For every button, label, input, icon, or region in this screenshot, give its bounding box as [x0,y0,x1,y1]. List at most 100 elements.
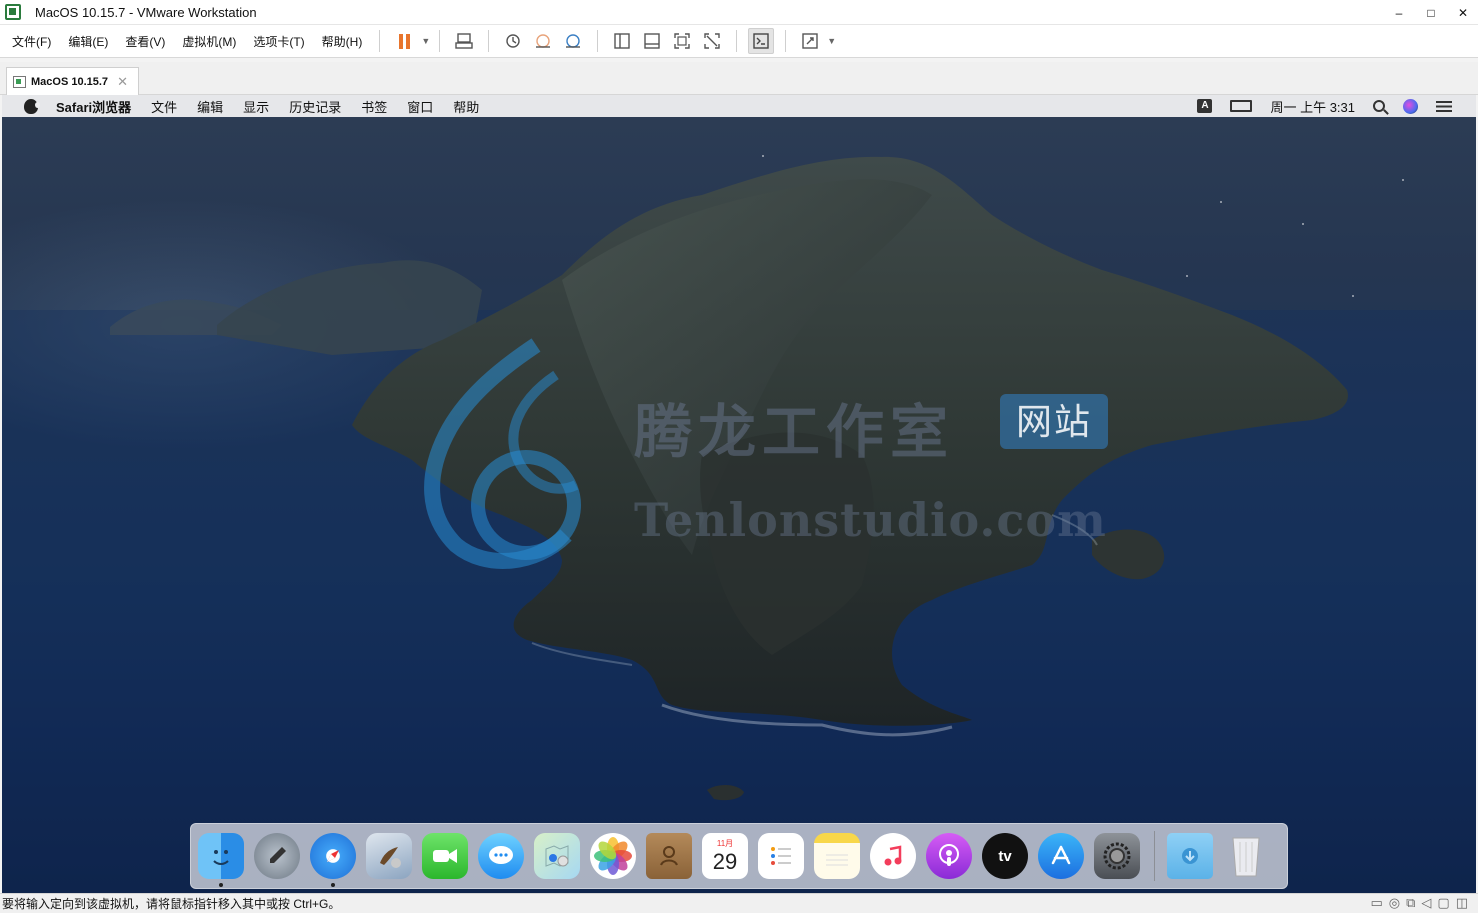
reminders-icon[interactable] [758,833,804,879]
notification-center-icon[interactable] [1436,100,1452,112]
snapshot-manager-icon[interactable] [560,28,586,54]
pause-icon[interactable] [391,28,417,54]
mac-menu-window[interactable]: 窗口 [407,97,433,116]
guest-screen[interactable]: 腾龙工作室 网站 Tenlonstudio.com Safari浏览器 文件 编… [2,95,1476,893]
window-title: MacOS 10.15.7 - VMware Workstation [35,4,257,20]
unity-icon[interactable] [699,28,725,54]
finder-icon[interactable] [198,833,244,887]
vm-tab-icon [13,75,26,88]
watermark-badge: 网站 [1000,394,1108,449]
revert-snapshot-icon[interactable] [530,28,556,54]
mac-menu-bookmarks[interactable]: 书签 [361,97,387,116]
facetime-icon[interactable] [422,833,468,879]
pause-dropdown-icon[interactable]: ▼ [421,36,430,46]
tab-macos[interactable]: MacOS 10.15.7 ✕ [6,67,139,95]
siri-icon[interactable] [1403,98,1418,114]
toolbar-separator [597,30,599,52]
snapshot-icon[interactable] [500,28,526,54]
dock-divider [1154,831,1155,881]
tab-close-icon[interactable]: ✕ [117,74,128,90]
mac-menu-help[interactable]: 帮助 [453,97,479,116]
menu-help[interactable]: 帮助(H) [314,33,371,50]
system-preferences-icon[interactable] [1094,833,1140,879]
watermark-cn-text: 腾龙工作室 [634,398,955,466]
send-ctrl-alt-del-icon[interactable] [451,28,477,54]
calendar-day: 29 [712,849,738,874]
mac-status-area: A 周一 上午 3:31 [1197,95,1452,117]
hard-disk-icon[interactable]: ▭ [1370,895,1382,911]
menu-vm[interactable]: 虚拟机(M) [174,33,244,50]
stretch-icon[interactable] [797,28,823,54]
calendar-icon[interactable]: 11月 29 [702,833,748,879]
toolbar-separator [379,30,381,52]
app-store-icon[interactable] [1038,833,1084,879]
library-icon[interactable] [609,28,635,54]
display-status-icon[interactable]: ▢ [1437,895,1449,911]
watermark-logo [424,338,581,569]
tv-label: tv [998,847,1012,865]
star [1302,223,1304,225]
statusbar-hint: 要将输入定向到该虚拟机，请将鼠标指针移入其中或按 Ctrl+G。 [2,897,341,911]
fullscreen-icon[interactable] [669,28,695,54]
running-indicator [219,883,223,887]
watermark-en-text: Tenlonstudio.com [634,493,1107,547]
mac-menu-history[interactable]: 历史记录 [289,97,341,116]
star [1186,275,1188,277]
minimize-button[interactable]: – [1392,6,1406,20]
window-titlebar: MacOS 10.15.7 - VMware Workstation – □ ✕ [0,0,1478,25]
star [1402,179,1404,181]
menu-edit[interactable]: 编辑(E) [60,33,116,50]
star [1220,201,1222,203]
downloads-folder-icon[interactable] [1167,833,1213,879]
menu-view[interactable]: 查看(V) [117,33,173,50]
clock[interactable]: 周一 上午 3:31 [1270,97,1355,116]
sound-card-icon[interactable]: ◁ [1421,895,1431,911]
window-controls: – □ ✕ [1392,0,1470,25]
photos-icon[interactable] [590,833,636,879]
spotlight-search-icon[interactable] [1373,100,1385,112]
toolbar-separator [439,30,441,52]
menu-toolbar: 文件(F) 编辑(E) 查看(V) 虚拟机(M) 选项卡(T) 帮助(H) ▼ … [0,25,1478,58]
toolbar-separator [785,30,787,52]
stretch-dropdown-icon[interactable]: ▼ [827,36,836,46]
mac-menu-edit[interactable]: 编辑 [197,97,223,116]
star [762,155,764,157]
safari-icon[interactable] [310,833,356,887]
console-icon[interactable] [748,28,775,54]
input-source-icon[interactable]: A [1197,99,1213,113]
mail-preview-icon[interactable] [366,833,412,879]
vmware-app-icon [5,4,21,20]
device-status-icons: ▭ ◎ ⧉ ◁ ▢ ◫ [1370,895,1468,911]
music-icon[interactable] [870,833,916,879]
cd-drive-icon[interactable]: ◎ [1389,895,1400,911]
running-indicator [331,883,335,887]
podcasts-icon[interactable] [926,833,972,879]
menu-tabs[interactable]: 选项卡(T) [245,33,312,50]
thumbnail-icon[interactable] [639,28,665,54]
tab-label: MacOS 10.15.7 [31,75,109,88]
tv-icon[interactable]: tv [982,833,1028,879]
mac-menu-view[interactable]: 显示 [243,97,269,116]
network-adapter-icon[interactable]: ⧉ [1406,895,1415,911]
notes-icon[interactable] [814,833,860,879]
messages-icon[interactable] [478,833,524,879]
toolbar-separator [488,30,490,52]
display-mirroring-icon[interactable] [1230,100,1253,112]
mac-dock: 11月 29 tv [190,823,1288,889]
apple-menu-icon[interactable] [24,98,40,114]
launchpad-icon[interactable] [254,833,300,879]
contacts-icon[interactable] [646,833,692,879]
close-button[interactable]: ✕ [1456,6,1470,20]
menu-file[interactable]: 文件(F) [4,33,59,50]
vmware-statusbar: 要将输入定向到该虚拟机，请将鼠标指针移入其中或按 Ctrl+G。 ▭ ◎ ⧉ ◁… [0,893,1478,913]
mac-menu-file[interactable]: 文件 [151,97,177,116]
toolbar-separator [736,30,738,52]
mac-menubar: Safari浏览器 文件 编辑 显示 历史记录 书签 窗口 帮助 A 周一 上午… [2,95,1476,117]
maximize-button[interactable]: □ [1424,6,1438,20]
star [1352,295,1354,297]
message-log-icon[interactable]: ◫ [1456,895,1468,911]
maps-icon[interactable] [534,833,580,879]
mac-menu-app[interactable]: Safari浏览器 [56,97,131,116]
trash-icon[interactable] [1223,833,1269,879]
vm-tabstrip: MacOS 10.15.7 ✕ [0,62,1478,95]
